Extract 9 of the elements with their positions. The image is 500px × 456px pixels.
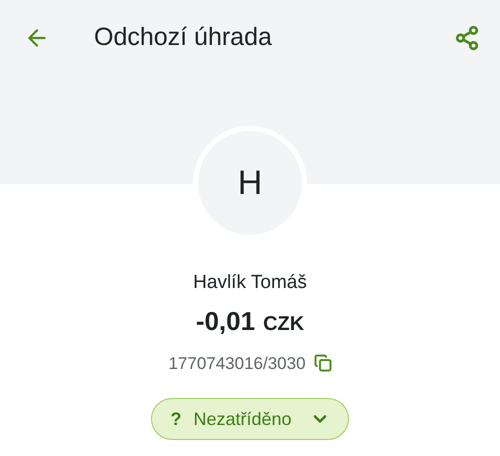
account-number: 1770743016/3030 <box>168 352 306 374</box>
share-icon <box>454 25 480 51</box>
category-chip[interactable]: ? Nezatříděno <box>151 398 349 440</box>
counterparty-name: Havlík Tomáš <box>193 271 307 295</box>
copy-button[interactable] <box>314 354 332 372</box>
copy-icon <box>314 354 332 372</box>
amount: -0,01 <box>196 304 256 338</box>
currency: CZK <box>263 312 304 336</box>
screen-title: Odchozí úhrada <box>94 22 272 54</box>
